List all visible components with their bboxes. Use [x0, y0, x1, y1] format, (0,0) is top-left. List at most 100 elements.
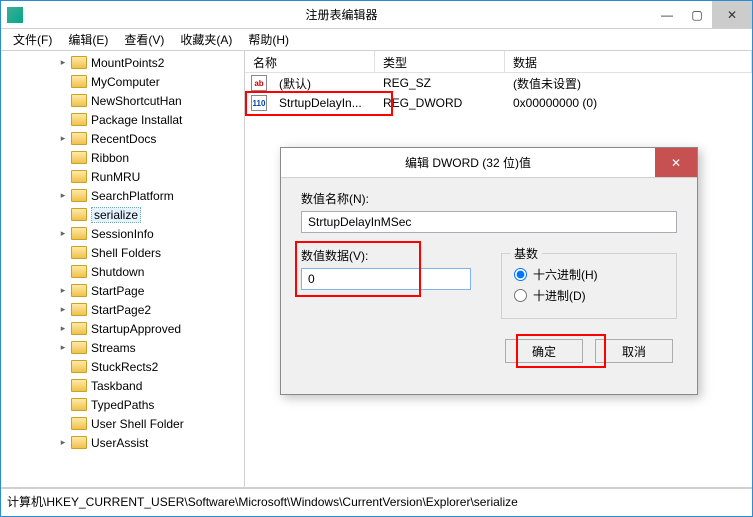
expander-icon[interactable] [57, 399, 69, 411]
folder-icon [71, 189, 87, 202]
tree-item[interactable]: TypedPaths [1, 395, 244, 414]
expander-icon[interactable] [57, 114, 69, 126]
window-close-button[interactable]: ✕ [712, 1, 752, 28]
expander-icon[interactable]: ▸ [57, 228, 69, 240]
menu-file[interactable]: 文件(F) [5, 29, 60, 50]
expander-icon[interactable] [57, 418, 69, 430]
col-data[interactable]: 数据 [505, 51, 752, 72]
tree-item[interactable]: ▸SessionInfo [1, 224, 244, 243]
menu-edit[interactable]: 编辑(E) [60, 29, 116, 50]
dialog-title-bar: 编辑 DWORD (32 位)值 ✕ [281, 148, 697, 178]
expander-icon[interactable] [57, 266, 69, 278]
expander-icon[interactable]: ▸ [57, 133, 69, 145]
tree-item-label: StartPage [91, 284, 144, 298]
cancel-button[interactable]: 取消 [595, 339, 673, 363]
tree-item[interactable]: ▸UserAssist [1, 433, 244, 452]
expander-icon[interactable] [57, 209, 69, 221]
expander-icon[interactable]: ▸ [57, 285, 69, 297]
col-type[interactable]: 类型 [375, 51, 505, 72]
base-group: 基数 十六进制(H) 十进制(D) [501, 253, 677, 319]
tree-item-label: NewShortcutHan [91, 94, 182, 108]
radio-hex[interactable]: 十六进制(H) [514, 266, 664, 283]
tree-item[interactable]: serialize [1, 205, 244, 224]
col-name[interactable]: 名称 [245, 51, 375, 72]
expander-icon[interactable]: ▸ [57, 190, 69, 202]
tree-item[interactable]: ▸ MountPoints2 [1, 53, 244, 72]
tree-item-label: User Shell Folder [91, 417, 184, 431]
expander-icon[interactable]: ▸ [57, 304, 69, 316]
tree-item[interactable]: StuckRects2 [1, 357, 244, 376]
list-header: 名称 类型 数据 [245, 51, 752, 73]
tree-item[interactable]: ▸ Streams [1, 338, 244, 357]
folder-icon [71, 113, 87, 126]
tree-item[interactable]: User Shell Folder [1, 414, 244, 433]
tree-item[interactable]: Taskband [1, 376, 244, 395]
list-row[interactable]: ab (默认) REG_SZ (数值未设置) [245, 73, 752, 93]
tree-item-label: StartPage2 [91, 303, 151, 317]
registry-tree[interactable]: ▸ MountPoints2 MyComputer NewShortcutHan Pac… [1, 51, 245, 487]
cell-name: StrtupDelayIn... [271, 95, 375, 111]
tree-item[interactable]: ▸ StartPage [1, 281, 244, 300]
expander-icon[interactable] [57, 171, 69, 183]
expander-icon[interactable] [57, 380, 69, 392]
dialog-close-button[interactable]: ✕ [655, 148, 697, 177]
folder-icon [71, 265, 87, 278]
tree-item[interactable]: ▸ StartPage2 [1, 300, 244, 319]
menu-help[interactable]: 帮助(H) [240, 29, 297, 50]
folder-icon [71, 322, 87, 335]
app-icon [7, 7, 23, 23]
radio-dec[interactable]: 十进制(D) [514, 287, 664, 304]
tree-item-label: Package Installat [91, 113, 182, 127]
tree-item[interactable]: RunMRU [1, 167, 244, 186]
tree-item[interactable]: ▸StartupApproved [1, 319, 244, 338]
folder-icon [71, 227, 87, 240]
menu-favorites[interactable]: 收藏夹(A) [172, 29, 240, 50]
cell-type: REG_DWORD [375, 95, 505, 111]
tree-item[interactable]: Package Installat [1, 110, 244, 129]
expander-icon[interactable] [57, 247, 69, 259]
tree-item-label: Streams [91, 341, 136, 355]
expander-icon[interactable]: ▸ [57, 323, 69, 335]
folder-icon [71, 341, 87, 354]
dialog-buttons: 确定 取消 [301, 339, 677, 363]
expander-icon[interactable]: ▸ [57, 57, 69, 69]
tree-item[interactable]: NewShortcutHan [1, 91, 244, 110]
folder-icon [71, 303, 87, 316]
tree-item[interactable]: ▸ RecentDocs [1, 129, 244, 148]
radio-dec-input[interactable] [514, 289, 527, 302]
folder-icon [71, 417, 87, 430]
base-legend: 基数 [510, 245, 542, 262]
cell-data: 0x00000000 (0) [505, 95, 605, 111]
folder-icon [71, 284, 87, 297]
tree-item[interactable]: Shutdown [1, 262, 244, 281]
tree-item[interactable]: ▸SearchPlatform [1, 186, 244, 205]
menu-view[interactable]: 查看(V) [116, 29, 172, 50]
tree-item-label: RunMRU [91, 170, 140, 184]
expander-icon[interactable]: ▸ [57, 342, 69, 354]
tree-item-label: RecentDocs [91, 132, 156, 146]
value-name-input[interactable] [301, 211, 677, 233]
tree-item-label: Ribbon [91, 151, 129, 165]
expander-icon[interactable] [57, 76, 69, 88]
expander-icon[interactable]: ▸ [57, 437, 69, 449]
tree-item-label: TypedPaths [91, 398, 154, 412]
folder-icon [71, 170, 87, 183]
folder-icon [71, 208, 87, 221]
dialog-body: 数值名称(N): 数值数据(V): 基数 十六进制(H) 十进制(D) [281, 178, 697, 375]
tree-item[interactable]: Ribbon [1, 148, 244, 167]
tree-item[interactable]: Shell Folders [1, 243, 244, 262]
folder-icon [71, 398, 87, 411]
value-data-input[interactable] [301, 268, 471, 290]
value-name-label: 数值名称(N): [301, 190, 677, 207]
minimize-button[interactable]: — [652, 1, 682, 28]
maximize-button[interactable]: ▢ [682, 1, 712, 28]
tree-item-label: MountPoints2 [91, 56, 164, 70]
radio-hex-input[interactable] [514, 268, 527, 281]
expander-icon[interactable] [57, 152, 69, 164]
expander-icon[interactable] [57, 95, 69, 107]
list-row[interactable]: 110 StrtupDelayIn... REG_DWORD 0x0000000… [245, 93, 752, 113]
tree-item-label: Taskband [91, 379, 142, 393]
ok-button[interactable]: 确定 [505, 339, 583, 363]
expander-icon[interactable] [57, 361, 69, 373]
tree-item[interactable]: MyComputer [1, 72, 244, 91]
